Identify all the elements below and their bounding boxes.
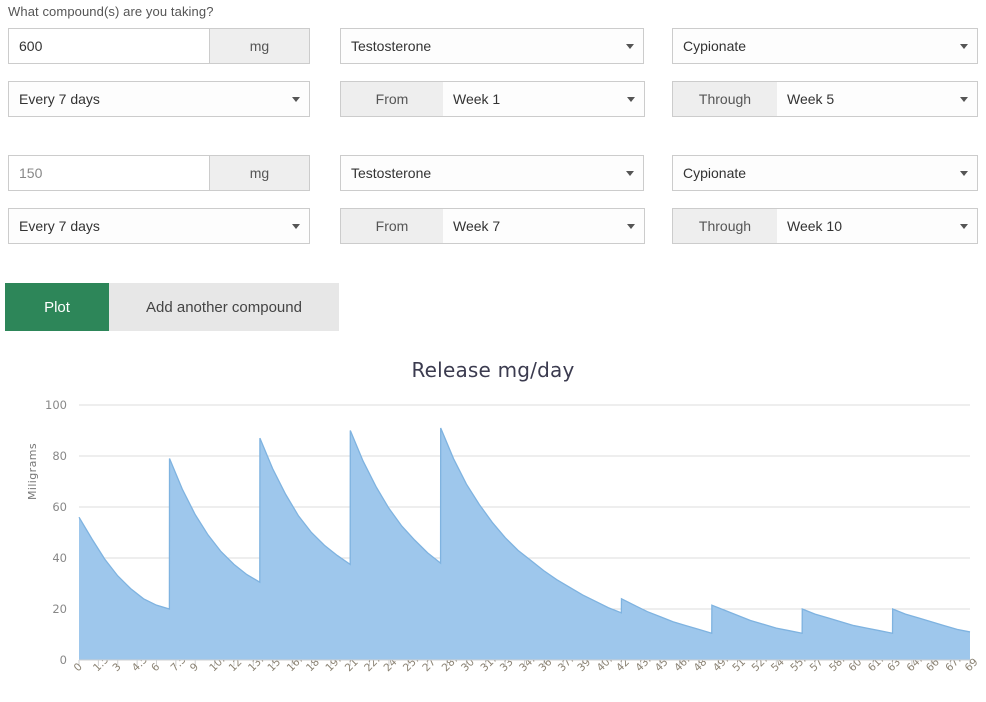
compound-1-through-label: Through (672, 81, 777, 117)
chevron-down-icon (627, 224, 635, 229)
compound-2-dose-input[interactable]: 150 (8, 155, 210, 191)
compound-2-through-row: Through Week 10 (672, 208, 978, 244)
chevron-down-icon (627, 97, 635, 102)
compound-2-from-row: From Week 7 (340, 208, 645, 244)
chart-series-area (79, 428, 970, 660)
compound-2-ester-select[interactable]: Cypionate (672, 155, 978, 191)
chevron-down-icon (960, 97, 968, 102)
compound-1-dose-row: 600 mg (8, 28, 310, 64)
app-page: What compound(s) are you taking? 600 mg … (0, 0, 986, 702)
compound-1-from-label: From (340, 81, 443, 117)
chevron-down-icon (960, 224, 968, 229)
chart-y-tick-label: 20 (52, 602, 67, 616)
compound-1-from-select[interactable]: Week 1 (443, 81, 645, 117)
action-buttons: Plot Add another compound (5, 283, 339, 331)
chevron-down-icon (292, 97, 300, 102)
compound-2-compound-value: Testosterone (351, 165, 431, 181)
chevron-down-icon (626, 44, 634, 49)
compound-2-dose-row: 150 mg (8, 155, 310, 191)
compound-2-dose-unit: mg (210, 155, 310, 191)
form-question: What compound(s) are you taking? (8, 4, 214, 19)
compound-2-compound-select[interactable]: Testosterone (340, 155, 644, 191)
compound-2-from-select[interactable]: Week 7 (443, 208, 645, 244)
compound-1-frequency-value: Every 7 days (19, 91, 100, 107)
add-another-compound-button[interactable]: Add another compound (109, 283, 339, 331)
chevron-down-icon (626, 171, 634, 176)
chart-title: Release mg/day (0, 358, 986, 382)
chart-y-tick-label: 40 (52, 551, 67, 565)
chart-x-tick-label: 0 (72, 661, 85, 674)
compound-2-from-label: From (340, 208, 443, 244)
chevron-down-icon (960, 44, 968, 49)
compound-1-compound-select[interactable]: Testosterone (340, 28, 644, 64)
chart-x-tick-label: 9 (188, 661, 201, 674)
compound-1-dose-unit: mg (210, 28, 310, 64)
compound-2-from-value: Week 7 (453, 218, 500, 234)
compound-1-frequency-select[interactable]: Every 7 days (8, 81, 310, 117)
compound-1-through-row: Through Week 5 (672, 81, 978, 117)
compound-1-compound-value: Testosterone (351, 38, 431, 54)
compound-2-through-value: Week 10 (787, 218, 842, 234)
compound-1-through-select[interactable]: Week 5 (777, 81, 978, 117)
compound-2-through-label: Through (672, 208, 777, 244)
chart-x-tick-label: 6 (149, 661, 162, 674)
compound-1-ester-value: Cypionate (683, 38, 746, 54)
compound-2-ester-value: Cypionate (683, 165, 746, 181)
chart-x-tick-label: 3 (110, 661, 123, 674)
compound-1-ester-select[interactable]: Cypionate (672, 28, 978, 64)
compound-1-dose-input[interactable]: 600 (8, 28, 210, 64)
chart-area: 02040608010001.534.567.5910.51213.51516.… (0, 385, 986, 702)
compound-2-through-select[interactable]: Week 10 (777, 208, 978, 244)
chevron-down-icon (292, 224, 300, 229)
plot-button[interactable]: Plot (5, 283, 109, 331)
chart-y-tick-label: 80 (52, 449, 67, 463)
chevron-down-icon (960, 171, 968, 176)
compound-1-through-value: Week 5 (787, 91, 834, 107)
chart-y-tick-label: 0 (60, 653, 67, 667)
chart-y-tick-label: 100 (45, 398, 67, 412)
chart-svg: 02040608010001.534.567.5910.51213.51516.… (0, 385, 986, 702)
compound-2-frequency-select[interactable]: Every 7 days (8, 208, 310, 244)
compound-1-from-row: From Week 1 (340, 81, 645, 117)
compound-2-frequency-value: Every 7 days (19, 218, 100, 234)
compound-1-from-value: Week 1 (453, 91, 500, 107)
chart-y-tick-label: 60 (52, 500, 67, 514)
